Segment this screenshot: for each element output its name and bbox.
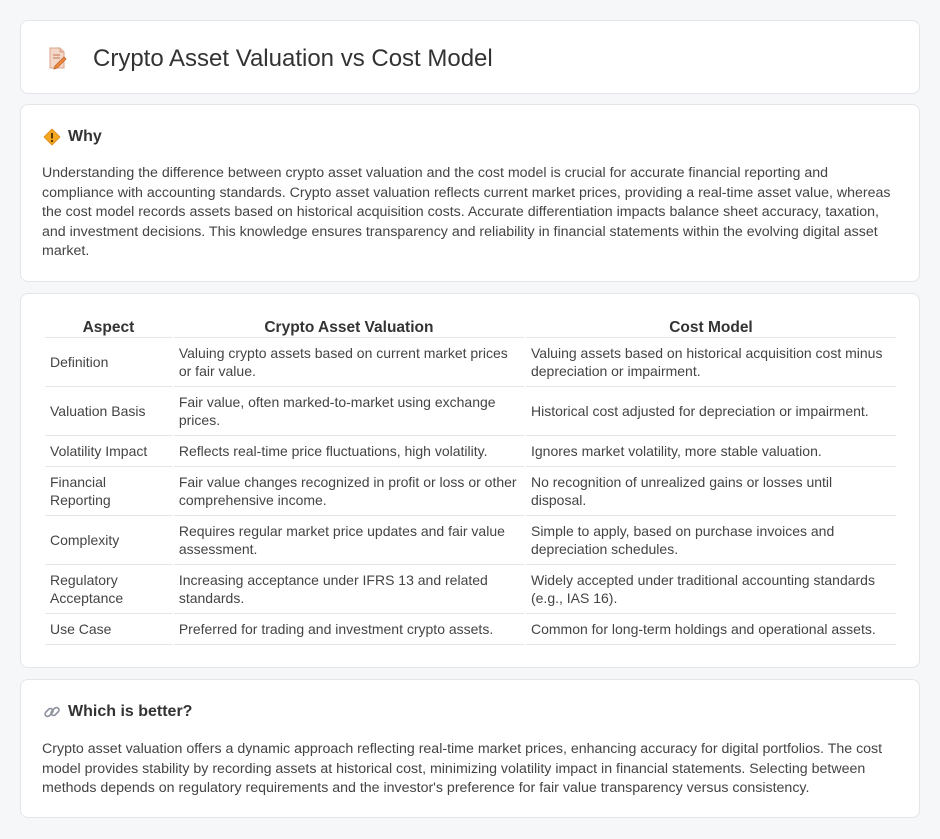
crypto-valuation-cell: Preferred for trading and investment cry… xyxy=(173,614,524,645)
title-card: Crypto Asset Valuation vs Cost Model xyxy=(20,20,920,94)
aspect-cell: Complexity xyxy=(45,516,172,565)
link-icon xyxy=(44,706,60,718)
cost-model-cell: No recognition of unrealized gains or lo… xyxy=(525,467,896,516)
comparison-section: Aspect Crypto Asset Valuation Cost Model… xyxy=(20,293,920,668)
cost-model-cell: Simple to apply, based on purchase invoi… xyxy=(525,516,896,565)
crypto-valuation-cell: Reflects real-time price fluctuations, h… xyxy=(173,436,524,467)
better-text: Crypto asset valuation offers a dynamic … xyxy=(42,741,883,797)
crypto-valuation-cell: Fair value changes recognized in profit … xyxy=(173,467,524,516)
table-row: Financial Reporting Fair value changes r… xyxy=(45,467,896,516)
why-section: Why Understanding the difference between… xyxy=(20,104,920,282)
document-pencil-icon xyxy=(49,47,67,70)
table-row: Volatility Impact Reflects real-time pri… xyxy=(45,436,896,467)
crypto-valuation-cell: Valuing crypto assets based on current m… xyxy=(173,338,524,387)
column-header-aspect: Aspect xyxy=(45,314,172,338)
aspect-cell: Regulatory Acceptance xyxy=(45,565,172,614)
why-heading: Why xyxy=(68,128,102,145)
table-row: Regulatory Acceptance Increasing accepta… xyxy=(45,565,896,614)
cost-model-cell: Historical cost adjusted for depreciatio… xyxy=(525,387,896,436)
which-is-better-section: Which is better? Crypto asset valuation … xyxy=(20,679,920,818)
crypto-valuation-cell: Requires regular market price updates an… xyxy=(173,516,524,565)
column-header-cost-model: Cost Model xyxy=(525,314,896,338)
comparison-table: Aspect Crypto Asset Valuation Cost Model… xyxy=(43,314,898,645)
better-heading-row: Which is better? xyxy=(43,702,192,722)
aspect-cell: Definition xyxy=(45,338,172,387)
aspect-cell: Volatility Impact xyxy=(45,436,172,467)
aspect-cell: Financial Reporting xyxy=(45,467,172,516)
column-header-crypto-valuation: Crypto Asset Valuation xyxy=(173,314,524,338)
aspect-cell: Use Case xyxy=(45,614,172,645)
page-title: Crypto Asset Valuation vs Cost Model xyxy=(93,45,493,72)
crypto-valuation-cell: Increasing acceptance under IFRS 13 and … xyxy=(173,565,524,614)
better-heading: Which is better? xyxy=(68,703,193,720)
cost-model-cell: Common for long-term holdings and operat… xyxy=(525,614,896,645)
cost-model-cell: Valuing assets based on historical acqui… xyxy=(525,338,896,387)
table-row: Complexity Requires regular market price… xyxy=(45,516,896,565)
why-heading-row: Why xyxy=(43,127,102,147)
table-header-row: Aspect Crypto Asset Valuation Cost Model xyxy=(45,314,896,338)
table-row: Use Case Preferred for trading and inves… xyxy=(45,614,896,645)
crypto-valuation-cell: Fair value, often marked-to-market using… xyxy=(173,387,524,436)
diamond-warning-icon xyxy=(43,128,61,146)
aspect-cell: Valuation Basis xyxy=(45,387,172,436)
table-row: Definition Valuing crypto assets based o… xyxy=(45,338,896,387)
why-text: Understanding the difference between cry… xyxy=(42,165,891,260)
table-row: Valuation Basis Fair value, often marked… xyxy=(45,387,896,436)
cost-model-cell: Ignores market volatility, more stable v… xyxy=(525,436,896,467)
cost-model-cell: Widely accepted under traditional accoun… xyxy=(525,565,896,614)
